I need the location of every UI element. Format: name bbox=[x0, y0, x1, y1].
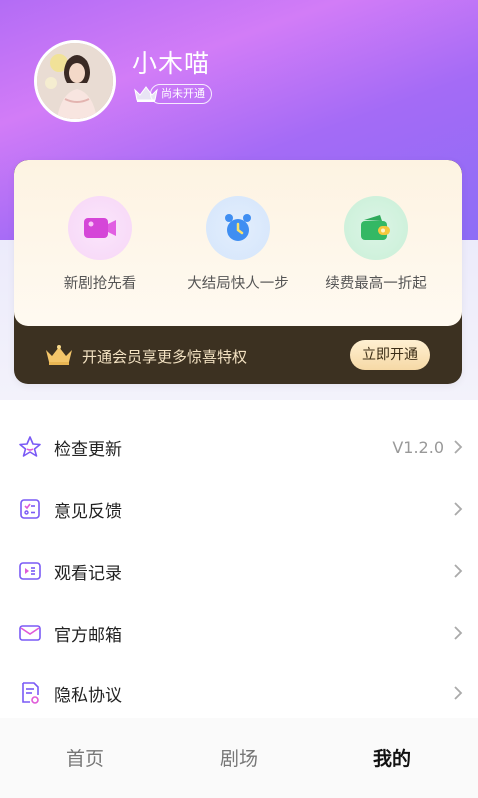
version-value: V1.2.0 bbox=[392, 437, 444, 457]
vip-status-text: 尚未开通 bbox=[150, 84, 212, 104]
avatar-image bbox=[37, 43, 113, 119]
feature-finale-early[interactable]: 大结局快人一步 bbox=[168, 196, 308, 293]
menu-item-label: 隐私协议 bbox=[54, 685, 122, 706]
chevron-right-icon bbox=[452, 501, 464, 517]
avatar[interactable] bbox=[34, 40, 116, 122]
gold-crown-icon bbox=[44, 344, 74, 370]
chevron-right-icon bbox=[452, 685, 464, 701]
menu-item-check-update[interactable]: 检查更新 V1.2.0 bbox=[0, 416, 478, 478]
history-icon bbox=[18, 559, 42, 583]
feature-early-access[interactable]: 新剧抢先看 bbox=[30, 196, 170, 293]
feature-label: 大结局快人一步 bbox=[187, 276, 289, 292]
vip-benefits-panel: 新剧抢先看 大结局快人一步 续费最高一折起 bbox=[14, 160, 462, 326]
alarm-clock-icon bbox=[206, 196, 270, 260]
menu-item-label: 意见反馈 bbox=[54, 501, 122, 522]
username: 小木喵 bbox=[132, 49, 211, 78]
settings-menu: 检查更新 V1.2.0 意见反馈 观看记录 官方邮箱 隐私协议 bbox=[0, 400, 478, 718]
vip-status-badge[interactable]: 尚未开通 bbox=[132, 84, 212, 104]
tab-theater[interactable]: 剧场 bbox=[179, 744, 299, 771]
bottom-tab-bar: 首页 剧场 我的 bbox=[0, 718, 478, 798]
chevron-right-icon bbox=[452, 625, 464, 641]
menu-item-privacy-policy[interactable]: 隐私协议 bbox=[0, 662, 478, 724]
menu-item-label: 观看记录 bbox=[54, 563, 122, 584]
feature-label: 续费最高一折起 bbox=[325, 276, 427, 292]
feature-label: 新剧抢先看 bbox=[63, 276, 137, 292]
mail-icon bbox=[18, 621, 42, 645]
feature-renewal-discount[interactable]: 续费最高一折起 bbox=[306, 196, 446, 293]
menu-item-label: 检查更新 bbox=[54, 439, 122, 460]
tab-home[interactable]: 首页 bbox=[25, 744, 145, 771]
chevron-right-icon bbox=[452, 563, 464, 579]
star-icon bbox=[18, 435, 42, 459]
menu-item-watch-history[interactable]: 观看记录 bbox=[0, 540, 478, 602]
vip-promo-text: 开通会员享更多惊喜特权 bbox=[82, 348, 248, 366]
vip-card: 新剧抢先看 大结局快人一步 续费最高一折起 开通会员享更多惊喜特权 立即开通 bbox=[14, 160, 462, 384]
open-vip-button[interactable]: 立即开通 bbox=[350, 340, 430, 370]
chevron-right-icon bbox=[452, 439, 464, 455]
tab-mine[interactable]: 我的 bbox=[332, 744, 452, 771]
video-icon bbox=[68, 196, 132, 260]
feedback-icon bbox=[18, 497, 42, 521]
vip-promo-bar: 开通会员享更多惊喜特权 立即开通 bbox=[14, 326, 462, 384]
menu-item-official-email[interactable]: 官方邮箱 bbox=[0, 602, 478, 664]
wallet-icon bbox=[344, 196, 408, 260]
document-icon bbox=[18, 681, 42, 705]
menu-item-label: 官方邮箱 bbox=[54, 625, 122, 646]
menu-item-feedback[interactable]: 意见反馈 bbox=[0, 478, 478, 540]
